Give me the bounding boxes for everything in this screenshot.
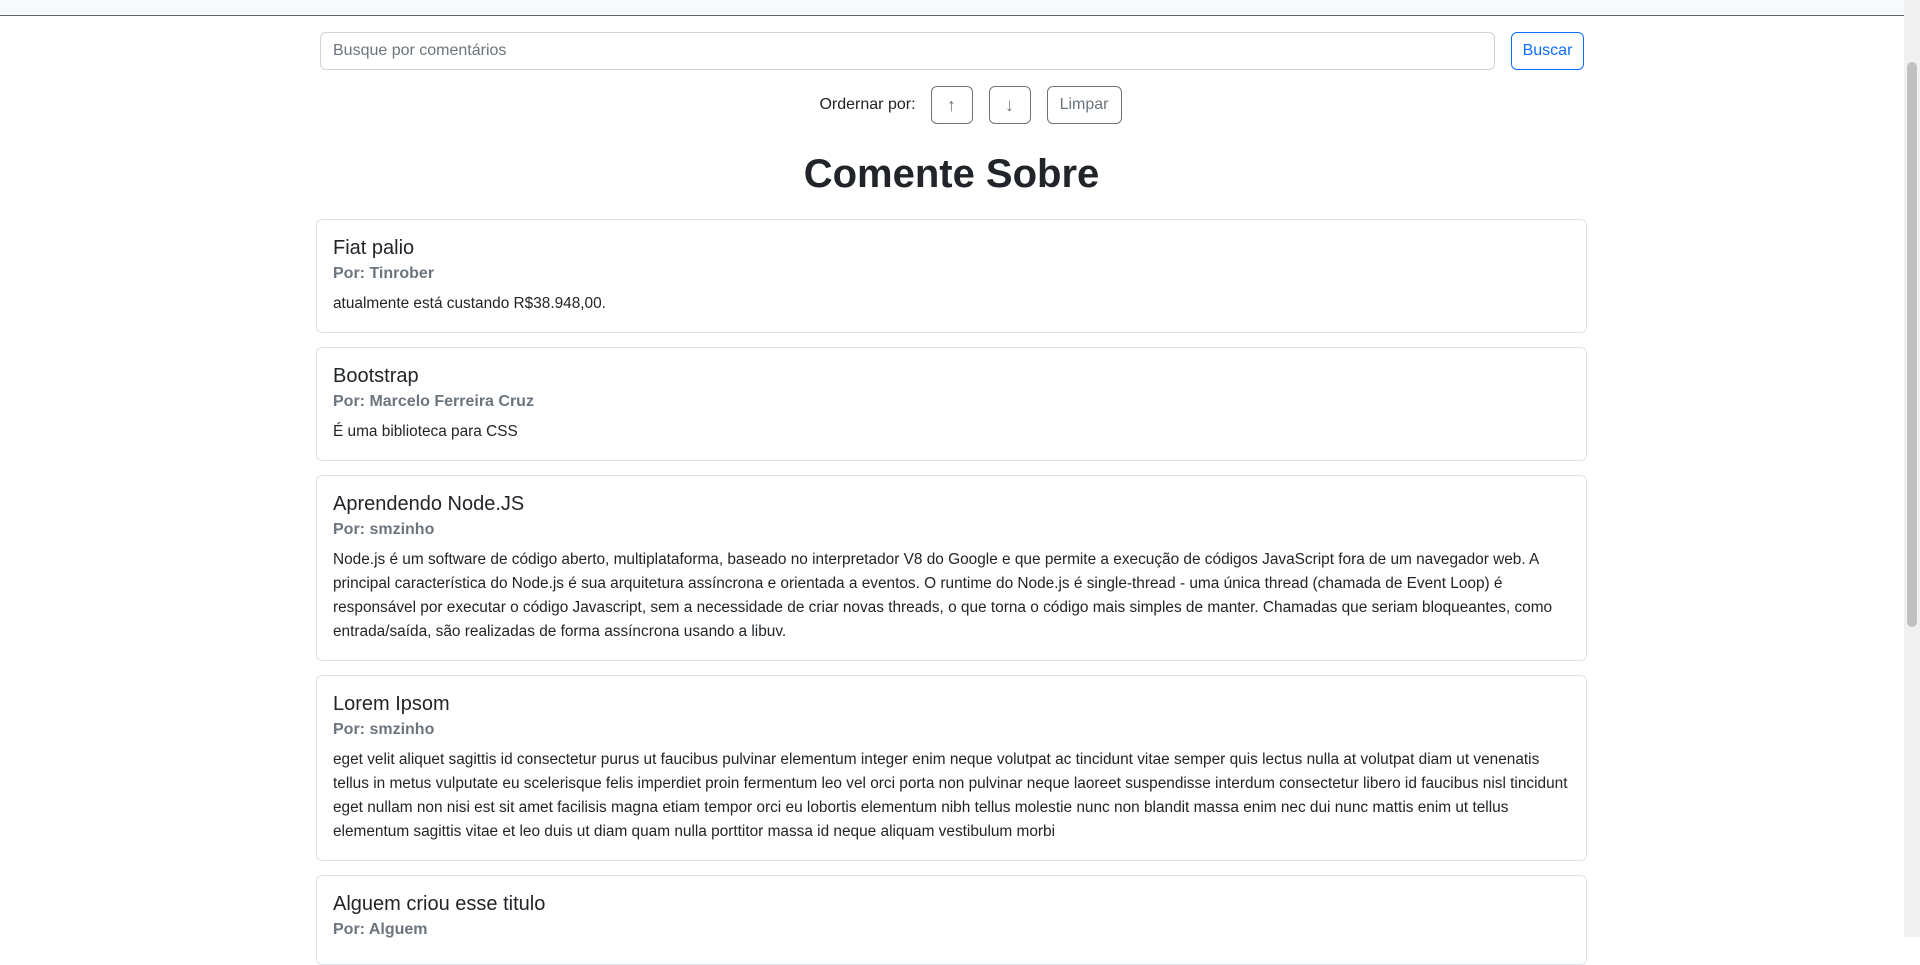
page-title: Comente Sobre [803, 152, 1100, 196]
sort-ascending-button[interactable]: ↑ [930, 86, 973, 124]
post-list: Fiat palio Por: Tinrober atualmente está… [316, 219, 1587, 965]
sort-label: Ordernar por: [819, 96, 916, 113]
sort-descending-button[interactable]: ↓ [988, 86, 1031, 124]
post-title: Alguem criou esse titulo [333, 893, 546, 915]
search-bar: Buscar [316, 32, 1587, 70]
post-author: Por: Alguem [333, 921, 428, 938]
post-author: Por: Marcelo Ferreira Cruz [333, 393, 534, 410]
post-title: Aprendendo Node.JS [333, 493, 525, 515]
post-card: Lorem Ipsom Por: smzinho eget velit aliq… [316, 675, 1587, 861]
post-body: atualmente está custando R$38.948,00. [333, 295, 606, 312]
clear-button[interactable]: Limpar [1046, 86, 1122, 124]
arrow-up-icon: ↑ [947, 94, 957, 115]
post-card: Aprendendo Node.JS Por: smzinho Node.js … [316, 475, 1587, 661]
search-button[interactable]: Buscar [1511, 32, 1584, 70]
post-title: Fiat palio [333, 237, 415, 259]
search-input[interactable] [320, 32, 1495, 70]
post-author: Por: smzinho [333, 721, 435, 738]
post-title: Lorem Ipsom [333, 693, 450, 715]
post-card: Fiat palio Por: Tinrober atualmente está… [316, 219, 1587, 333]
post-title: Bootstrap [333, 365, 419, 387]
vertical-scrollbar[interactable] [1904, 0, 1920, 937]
post-body: É uma biblioteca para CSS [333, 423, 518, 440]
sort-controls: Ordernar por: ↑ ↓ Limpar [316, 86, 1587, 124]
post-card: Bootstrap Por: Marcelo Ferreira Cruz É u… [316, 347, 1587, 461]
arrow-down-icon: ↓ [1005, 94, 1015, 115]
scrollbar-thumb[interactable] [1907, 62, 1917, 627]
browser-edge [0, 0, 1904, 16]
main-container: Buscar Ordernar por: ↑ ↓ Limpar Comente … [316, 15, 1587, 965]
post-body: eget velit aliquet sagittis id consectet… [333, 751, 1568, 840]
post-author: Por: Tinrober [333, 265, 435, 282]
post-body: Node.js é um software de código aberto, … [333, 551, 1553, 640]
post-card: Alguem criou esse titulo Por: Alguem [316, 875, 1587, 965]
post-author: Por: smzinho [333, 521, 435, 538]
